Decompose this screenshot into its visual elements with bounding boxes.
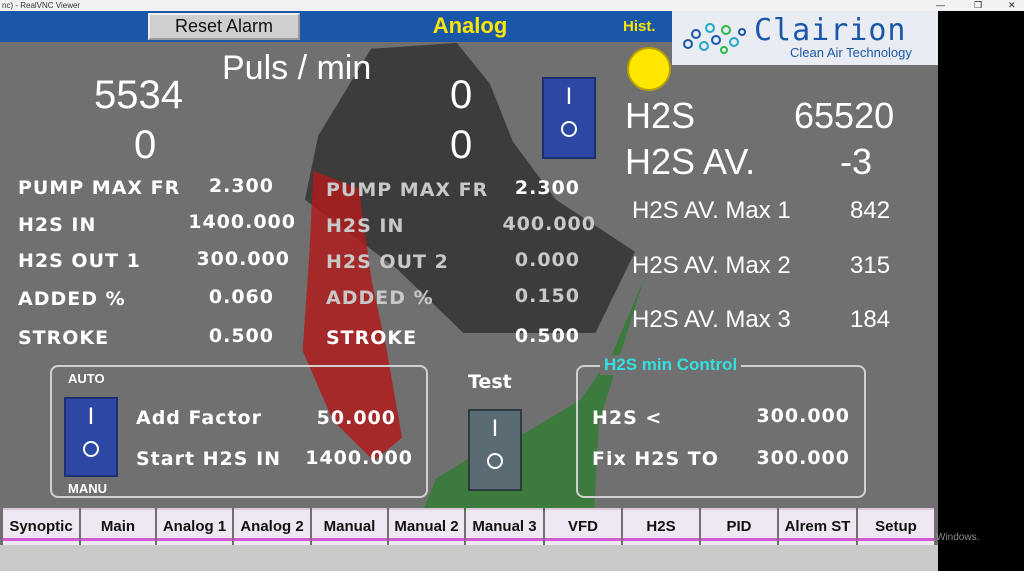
switch-off-icon (83, 441, 99, 457)
h2s-av-value: -3 (840, 141, 873, 182)
pump1-stroke-label: STROKE (18, 327, 110, 349)
h2s-av-label: H2S AV. (625, 141, 756, 182)
reset-alarm-button[interactable]: Reset Alarm (148, 13, 300, 40)
h2s-lt-value[interactable]: 300.000 (748, 405, 850, 427)
puls-title: Puls / min (222, 49, 372, 87)
add-factor-label: Add Factor (136, 407, 262, 429)
tab-main[interactable]: Main (81, 508, 155, 545)
bottom-bar (0, 545, 938, 571)
pump2-added-label: ADDED % (326, 287, 434, 309)
pump2-h2s-in-label: H2S IN (326, 215, 405, 237)
pump1-max-fr-value[interactable]: 2.300 (186, 175, 274, 197)
h2s-min-control-panel (576, 365, 866, 498)
close-icon[interactable]: ✕ (1008, 0, 1016, 11)
h2s-max-2-label: H2S AV. Max 2 (632, 252, 791, 279)
pulse-left-bottom: 0 (134, 123, 157, 167)
pump1-added-label: ADDED % (18, 288, 126, 310)
pump2-stroke-label: STROKE (326, 327, 418, 349)
fix-h2s-value[interactable]: 300.000 (748, 447, 850, 469)
h2s-max-1-value: 842 (850, 197, 891, 224)
tab-pid[interactable]: PID (701, 508, 777, 545)
pump1-h2s-out-value[interactable]: 300.000 (176, 248, 290, 270)
hist-button[interactable]: Hist. (623, 18, 656, 35)
h2s-max-2-value: 315 (850, 252, 891, 279)
switch-on-label: I (491, 415, 499, 442)
h2s-max-1-label: H2S AV. Max 1 (632, 197, 791, 224)
pulse-right-top: 0 (450, 73, 473, 117)
tab-h2s[interactable]: H2S (623, 508, 699, 545)
switch-off-icon (487, 453, 503, 469)
pump2-h2s-out-value[interactable]: 0.000 (492, 249, 580, 271)
windows-watermark: Windows. (936, 532, 980, 543)
tab-manual[interactable]: Manual (312, 508, 387, 545)
pulse-left-top: 5534 (94, 73, 183, 117)
start-h2s-in-label: Start H2S IN (136, 448, 282, 470)
tab-analog-2[interactable]: Analog 2 (234, 508, 310, 545)
switch-on-label: I (565, 83, 573, 110)
logo-brand: Clairion (754, 13, 907, 48)
pump1-max-fr-label: PUMP MAX FR (18, 177, 181, 199)
pump1-h2s-out-label: H2S OUT 1 (18, 250, 141, 272)
switch-on-label: I (87, 403, 95, 430)
tab-manual-2[interactable]: Manual 2 (389, 508, 464, 545)
pump2-added-value[interactable]: 0.150 (492, 285, 580, 307)
h2s-max-3-value: 184 (850, 306, 891, 333)
pump2-h2s-in-value[interactable]: 400.000 (480, 213, 596, 235)
logo-tagline: Clean Air Technology (790, 45, 912, 60)
pulse-right-bottom: 0 (450, 123, 473, 167)
pump1-stroke-value[interactable]: 0.500 (186, 325, 274, 347)
screen-title: Analog (432, 13, 508, 38)
start-h2s-in-value[interactable]: 1400.000 (298, 447, 413, 469)
logo-bubbles-icon (683, 23, 746, 54)
tab-synoptic[interactable]: Synoptic (3, 508, 79, 545)
window-title: nc) - RealVNC Viewer (2, 1, 81, 10)
tab-analog-1[interactable]: Analog 1 (157, 508, 232, 545)
main-switch[interactable]: I (542, 77, 596, 159)
manu-label: MANU (68, 481, 107, 496)
pump1-h2s-in-label: H2S IN (18, 214, 97, 236)
restore-icon[interactable]: ❐ (974, 0, 982, 11)
window-titlebar: nc) - RealVNC Viewer — ❐ ✕ (0, 0, 1024, 11)
tab-setup[interactable]: Setup (858, 508, 934, 545)
h2s-max-3-label: H2S AV. Max 3 (632, 306, 791, 333)
status-lamp (627, 47, 671, 91)
fix-h2s-label: Fix H2S TO (592, 448, 719, 470)
pump2-max-fr-label: PUMP MAX FR (326, 179, 489, 201)
clairion-logo: Clairion Clean Air Technology (672, 11, 938, 65)
add-factor-value[interactable]: 50.000 (300, 407, 396, 429)
switch-off-icon (561, 121, 577, 137)
hmi-screen: Reset Alarm Analog Hist. Clairion Clean … (0, 11, 938, 571)
test-label: Test (468, 371, 512, 393)
auto-manu-switch[interactable]: I (64, 397, 118, 477)
pump2-stroke-value[interactable]: 0.500 (492, 325, 580, 347)
tab-manual-3[interactable]: Manual 3 (466, 508, 543, 545)
pump2-max-fr-value[interactable]: 2.300 (492, 177, 580, 199)
minimize-icon[interactable]: — (936, 0, 945, 11)
pump1-h2s-in-value[interactable]: 1400.000 (176, 211, 296, 233)
h2s-label: H2S (625, 95, 696, 136)
h2s-min-control-title: H2S min Control (600, 355, 742, 375)
test-switch[interactable]: I (468, 409, 522, 491)
auto-label: AUTO (68, 371, 105, 386)
navigation-tabs: Synoptic Main Analog 1 Analog 2 Manual M… (0, 508, 938, 545)
tab-alrem-st[interactable]: Alrem ST (779, 508, 856, 545)
pump2-h2s-out-label: H2S OUT 2 (326, 251, 449, 273)
tab-vfd[interactable]: VFD (545, 508, 621, 545)
h2s-lt-label: H2S < (592, 407, 663, 429)
h2s-value: 65520 (794, 95, 895, 136)
pump1-added-value[interactable]: 0.060 (186, 286, 274, 308)
